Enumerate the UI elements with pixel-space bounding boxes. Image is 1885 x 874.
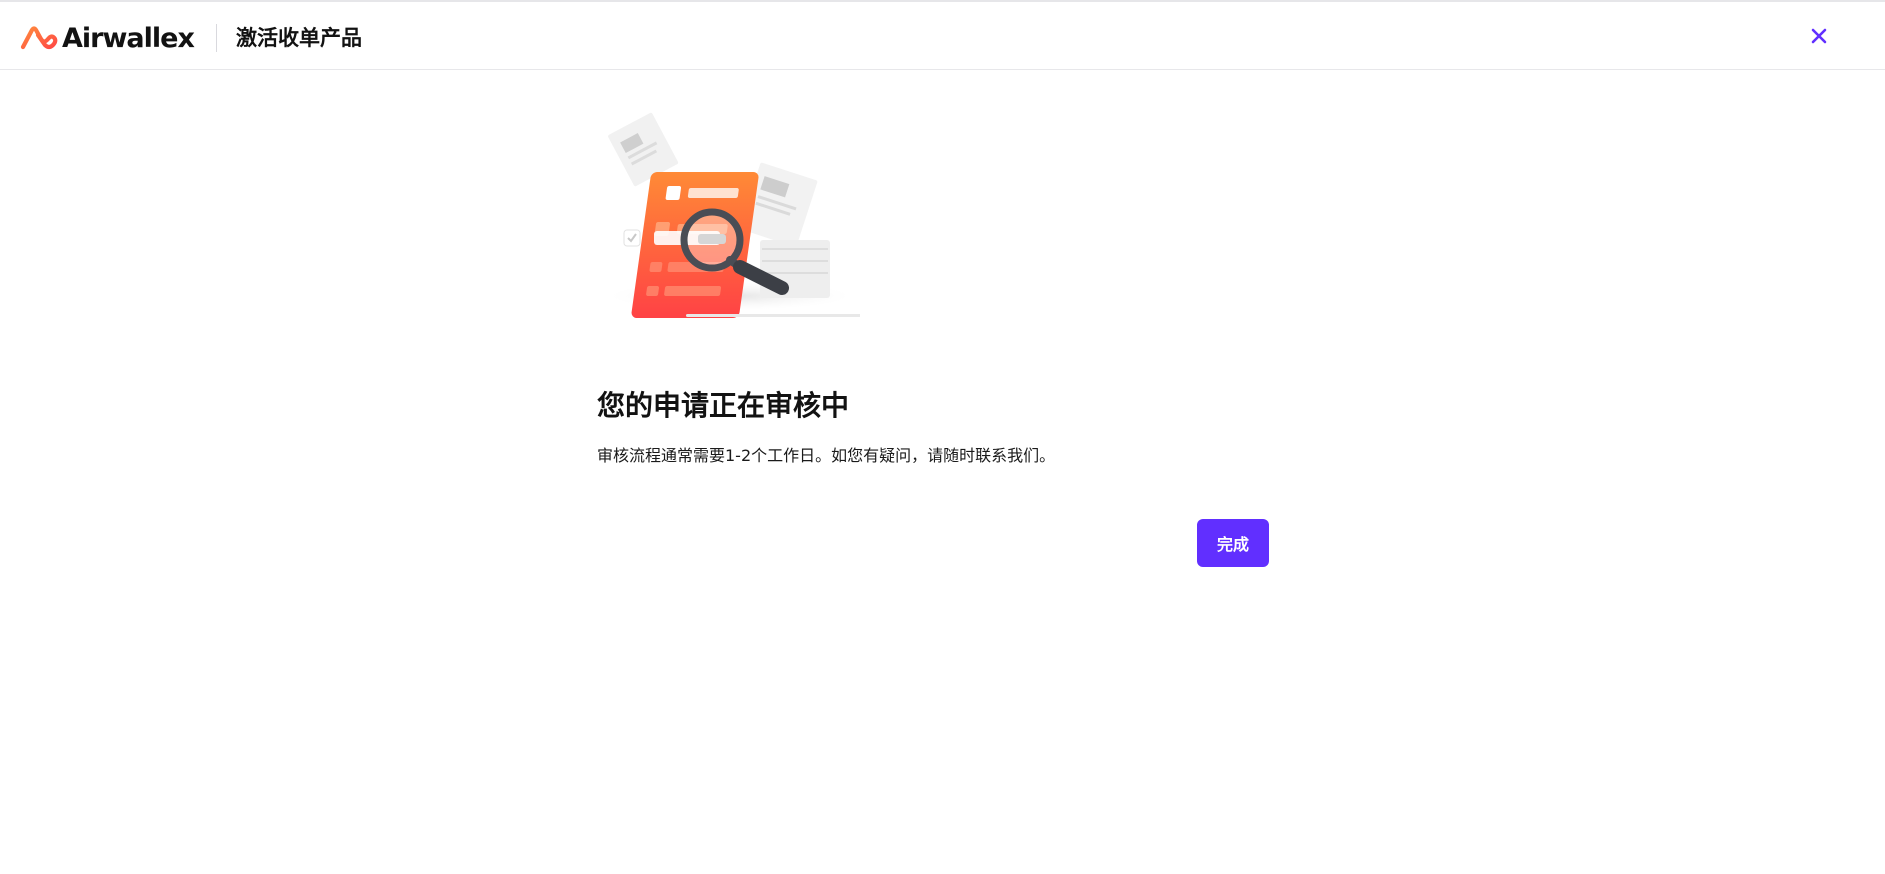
close-icon <box>1811 28 1827 44</box>
status-description: 审核流程通常需要1-2个工作日。如您有疑问，请随时联系我们。 <box>597 446 1056 465</box>
header-divider <box>216 24 217 52</box>
page-heading: 激活收单产品 <box>236 26 362 50</box>
brand-name: Airwallex <box>62 22 195 54</box>
top-bar: Airwallex 激活收单产品 <box>0 0 1885 70</box>
close-button[interactable] <box>1806 23 1832 49</box>
review-illustration <box>608 112 860 318</box>
status-title: 您的申请正在审核中 <box>597 389 850 422</box>
airwallex-logo-icon <box>20 26 58 50</box>
done-button[interactable]: 完成 <box>1197 519 1269 567</box>
brand-logo: Airwallex <box>20 20 195 56</box>
